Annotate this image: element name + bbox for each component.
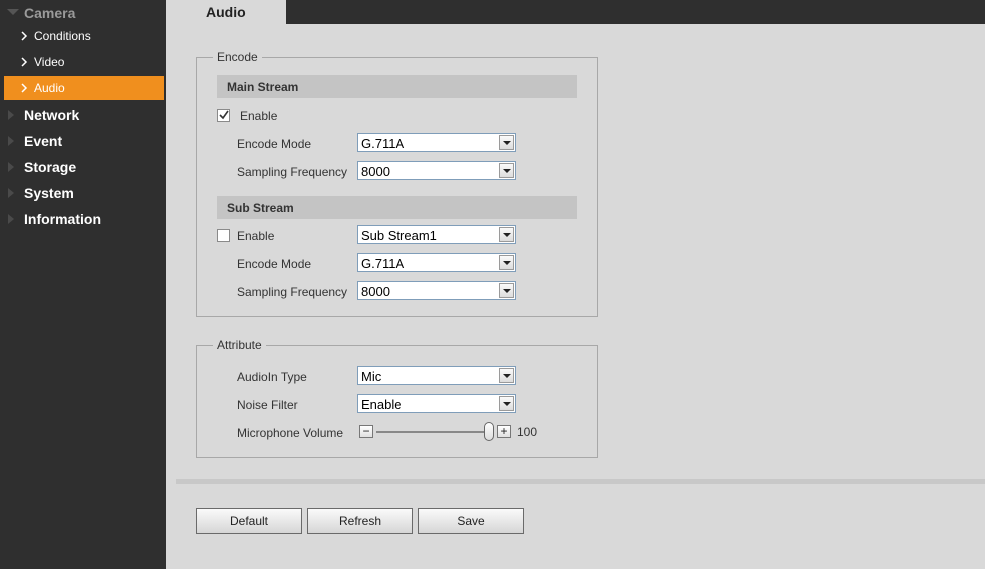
sidebar-item-label: System [24, 185, 74, 201]
microphone-volume-label: Microphone Volume [237, 426, 344, 440]
default-button[interactable]: Default [196, 508, 302, 534]
sidebar-item-label: Conditions [34, 29, 91, 43]
caret-right-icon [8, 110, 14, 120]
encode-legend: Encode [213, 51, 262, 64]
sub-stream-select[interactable]: Sub Stream1 [357, 225, 516, 244]
sidebar-item-label: Event [24, 133, 63, 149]
main-stream-enable-label: Enable [240, 109, 278, 123]
main-sampling-label: Sampling Frequency [237, 165, 348, 179]
dropdown-arrow-icon [499, 255, 514, 270]
sub-stream-enable-checkbox[interactable] [217, 229, 230, 242]
chevron-right-icon [21, 31, 28, 41]
volume-value: 100 [517, 425, 538, 439]
volume-decrease-button[interactable]: − [359, 424, 373, 438]
main-encode-mode-select[interactable]: G.711A [357, 133, 516, 152]
caret-right-icon [8, 188, 14, 198]
sidebar-item-conditions[interactable]: Conditions [4, 24, 164, 48]
sidebar-item-network[interactable]: Network [0, 102, 166, 128]
sidebar-item-system[interactable]: System [0, 180, 166, 206]
volume-increase-button[interactable]: + [497, 424, 511, 438]
sub-sampling-label: Sampling Frequency [237, 285, 348, 299]
select-value: Enable [361, 397, 402, 412]
chevron-right-icon [21, 83, 28, 93]
chevron-right-icon [21, 57, 28, 67]
select-value: G.711A [361, 256, 405, 271]
top-bar [166, 0, 985, 24]
tab-audio[interactable]: Audio [166, 0, 286, 24]
dropdown-arrow-icon [499, 368, 514, 383]
content-divider [176, 479, 985, 484]
sidebar-item-audio[interactable]: Audio [4, 76, 164, 100]
main-stream-title: Main Stream [227, 80, 299, 94]
sub-stream-header: Sub Stream [217, 196, 577, 219]
sidebar-item-storage[interactable]: Storage [0, 154, 166, 180]
save-button[interactable]: Save [418, 508, 524, 534]
sidebar-item-camera[interactable]: Camera [0, 0, 166, 26]
main-sampling-select[interactable]: 8000 [357, 161, 516, 180]
sidebar-item-video[interactable]: Video [4, 50, 164, 74]
volume-slider-thumb[interactable] [484, 422, 494, 441]
select-value: Sub Stream1 [361, 228, 437, 243]
audioin-type-label: AudioIn Type [237, 370, 307, 384]
select-value: 8000 [361, 284, 390, 299]
sidebar-item-label: Network [24, 107, 80, 123]
noise-filter-label: Noise Filter [237, 398, 298, 412]
dropdown-arrow-icon [499, 135, 514, 150]
main-stream-header: Main Stream [217, 75, 577, 98]
sidebar-item-label: Video [34, 55, 65, 69]
minus-icon: − [362, 424, 370, 438]
attribute-legend: Attribute [213, 339, 266, 352]
volume-slider-fill [376, 431, 484, 433]
sidebar-item-information[interactable]: Information [0, 206, 166, 232]
sub-stream-enable-label: Enable [237, 229, 275, 243]
dropdown-arrow-icon [499, 396, 514, 411]
dropdown-arrow-icon [499, 227, 514, 242]
dropdown-arrow-icon [499, 163, 514, 178]
checkmark-icon [219, 110, 229, 120]
plus-icon: + [500, 424, 508, 438]
sidebar-item-label: Storage [24, 159, 77, 175]
caret-right-icon [8, 136, 14, 146]
select-value: 8000 [361, 164, 390, 179]
dropdown-arrow-icon [499, 283, 514, 298]
sidebar-item-label: Audio [34, 81, 65, 95]
audioin-type-select[interactable]: Mic [357, 366, 516, 385]
select-value: G.711A [361, 136, 405, 151]
caret-down-icon [7, 9, 19, 15]
main-encode-mode-label: Encode Mode [237, 137, 312, 151]
tab-label: Audio [206, 4, 246, 20]
sub-encode-mode-select[interactable]: G.711A [357, 253, 516, 272]
sub-encode-mode-label: Encode Mode [237, 257, 312, 271]
sub-stream-title: Sub Stream [227, 201, 294, 215]
sidebar: Camera Conditions Video Audio Network Ev… [0, 0, 166, 569]
caret-right-icon [8, 162, 14, 172]
main-stream-enable-checkbox[interactable] [217, 109, 230, 122]
sidebar-item-label: Camera [24, 5, 76, 21]
sub-sampling-select[interactable]: 8000 [357, 281, 516, 300]
sidebar-item-event[interactable]: Event [0, 128, 166, 154]
select-value: Mic [361, 369, 382, 384]
refresh-button[interactable]: Refresh [307, 508, 413, 534]
sidebar-item-label: Information [24, 211, 101, 227]
caret-right-icon [8, 214, 14, 224]
noise-filter-select[interactable]: Enable [357, 394, 516, 413]
